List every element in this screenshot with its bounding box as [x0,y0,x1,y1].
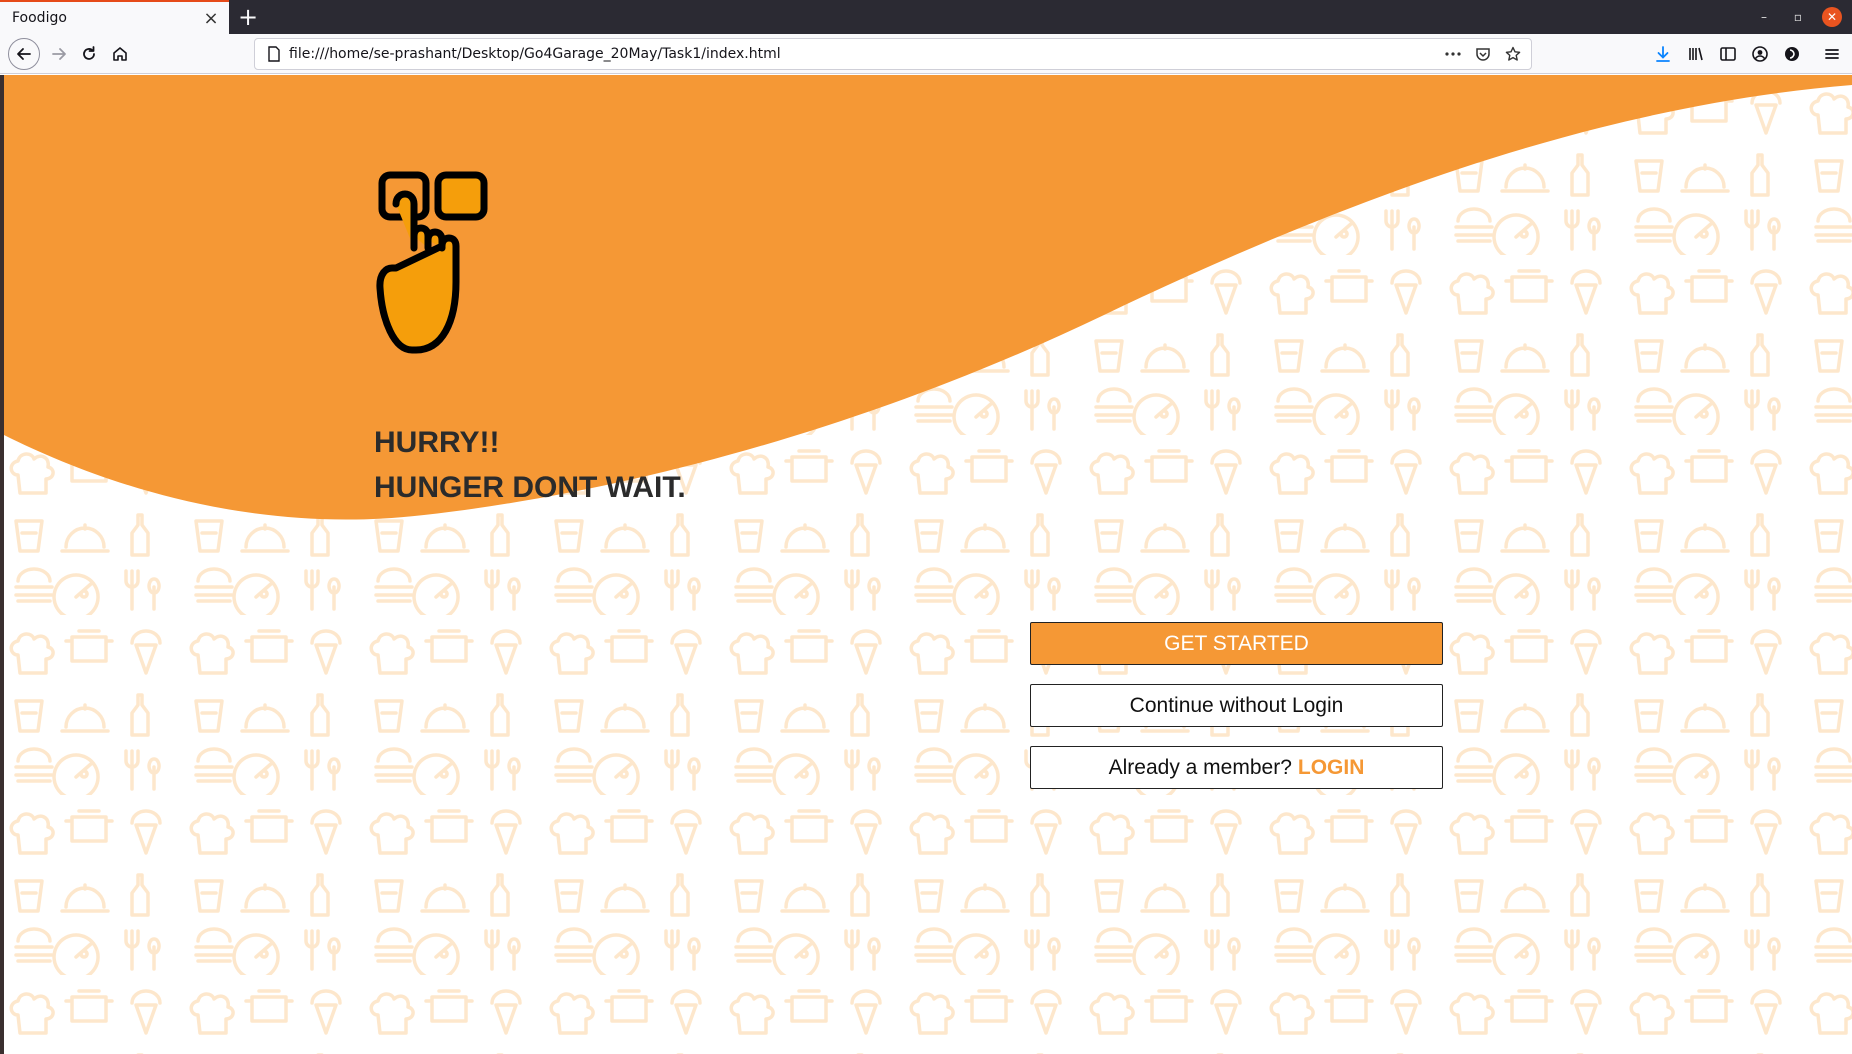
reload-icon [83,46,95,60]
restore-icon[interactable]: ▫ [1788,7,1808,27]
browser-titlebar: Foodigo × + – ▫ ✕ [0,0,1852,34]
library-button[interactable] [1680,38,1712,70]
page-icon [259,39,289,69]
window-controls: – ▫ ✕ [1754,7,1842,27]
tap-hand-icon [376,171,488,354]
minimize-icon[interactable]: – [1754,7,1774,27]
extension-button[interactable] [1776,38,1808,70]
home-icon [113,47,127,61]
continue-without-login-button[interactable]: Continue without Login [1030,684,1443,727]
url-text[interactable]: file:///home/se-prashant/Desktop/Go4Gara… [289,46,1441,62]
browser-navbar: file:///home/se-prashant/Desktop/Go4Gara… [0,34,1852,74]
account-button[interactable] [1744,38,1776,70]
home-button[interactable] [104,38,136,70]
more-icon[interactable] [1441,42,1465,66]
window-close-icon[interactable]: ✕ [1822,7,1842,27]
extension-icon [1785,47,1799,61]
get-started-button[interactable]: GET STARTED [1030,622,1443,665]
member-prompt: Already a member? [1108,755,1292,779]
library-icon [1689,47,1703,61]
forward-button[interactable] [43,38,75,70]
download-icon [1656,46,1670,62]
menu-button[interactable] [1816,38,1848,70]
browser-tab[interactable]: Foodigo × [0,2,229,34]
bookmark-star-icon[interactable] [1501,42,1525,66]
sidebar-button[interactable] [1712,38,1744,70]
download-button[interactable] [1647,38,1679,70]
pocket-icon[interactable] [1471,42,1495,66]
back-button[interactable] [8,38,40,70]
reload-button[interactable] [73,38,105,70]
tab-title: Foodigo [12,10,67,26]
account-icon [1752,46,1768,62]
page-viewport: HURRY!! HUNGER DONT WAIT. GET STARTED Co… [4,75,1852,1054]
sidebar-icon [1720,47,1736,61]
headline-line-1: HURRY!! [374,426,500,459]
url-actions [1441,42,1525,66]
menu-icon [1825,49,1839,59]
address-bar[interactable]: file:///home/se-prashant/Desktop/Go4Gara… [254,38,1532,70]
orange-wave-banner [4,75,1852,520]
login-link[interactable]: LOGIN [1298,756,1365,780]
headline-line-2: HUNGER DONT WAIT. [374,471,686,504]
forward-icon [52,48,66,60]
already-member-login-button[interactable]: Already a member? LOGIN [1030,746,1443,789]
new-tab-button[interactable]: + [234,3,262,31]
tab-close-icon[interactable]: × [197,4,225,32]
back-icon [17,48,31,60]
hero-headline: HURRY!! HUNGER DONT WAIT. [374,420,686,510]
